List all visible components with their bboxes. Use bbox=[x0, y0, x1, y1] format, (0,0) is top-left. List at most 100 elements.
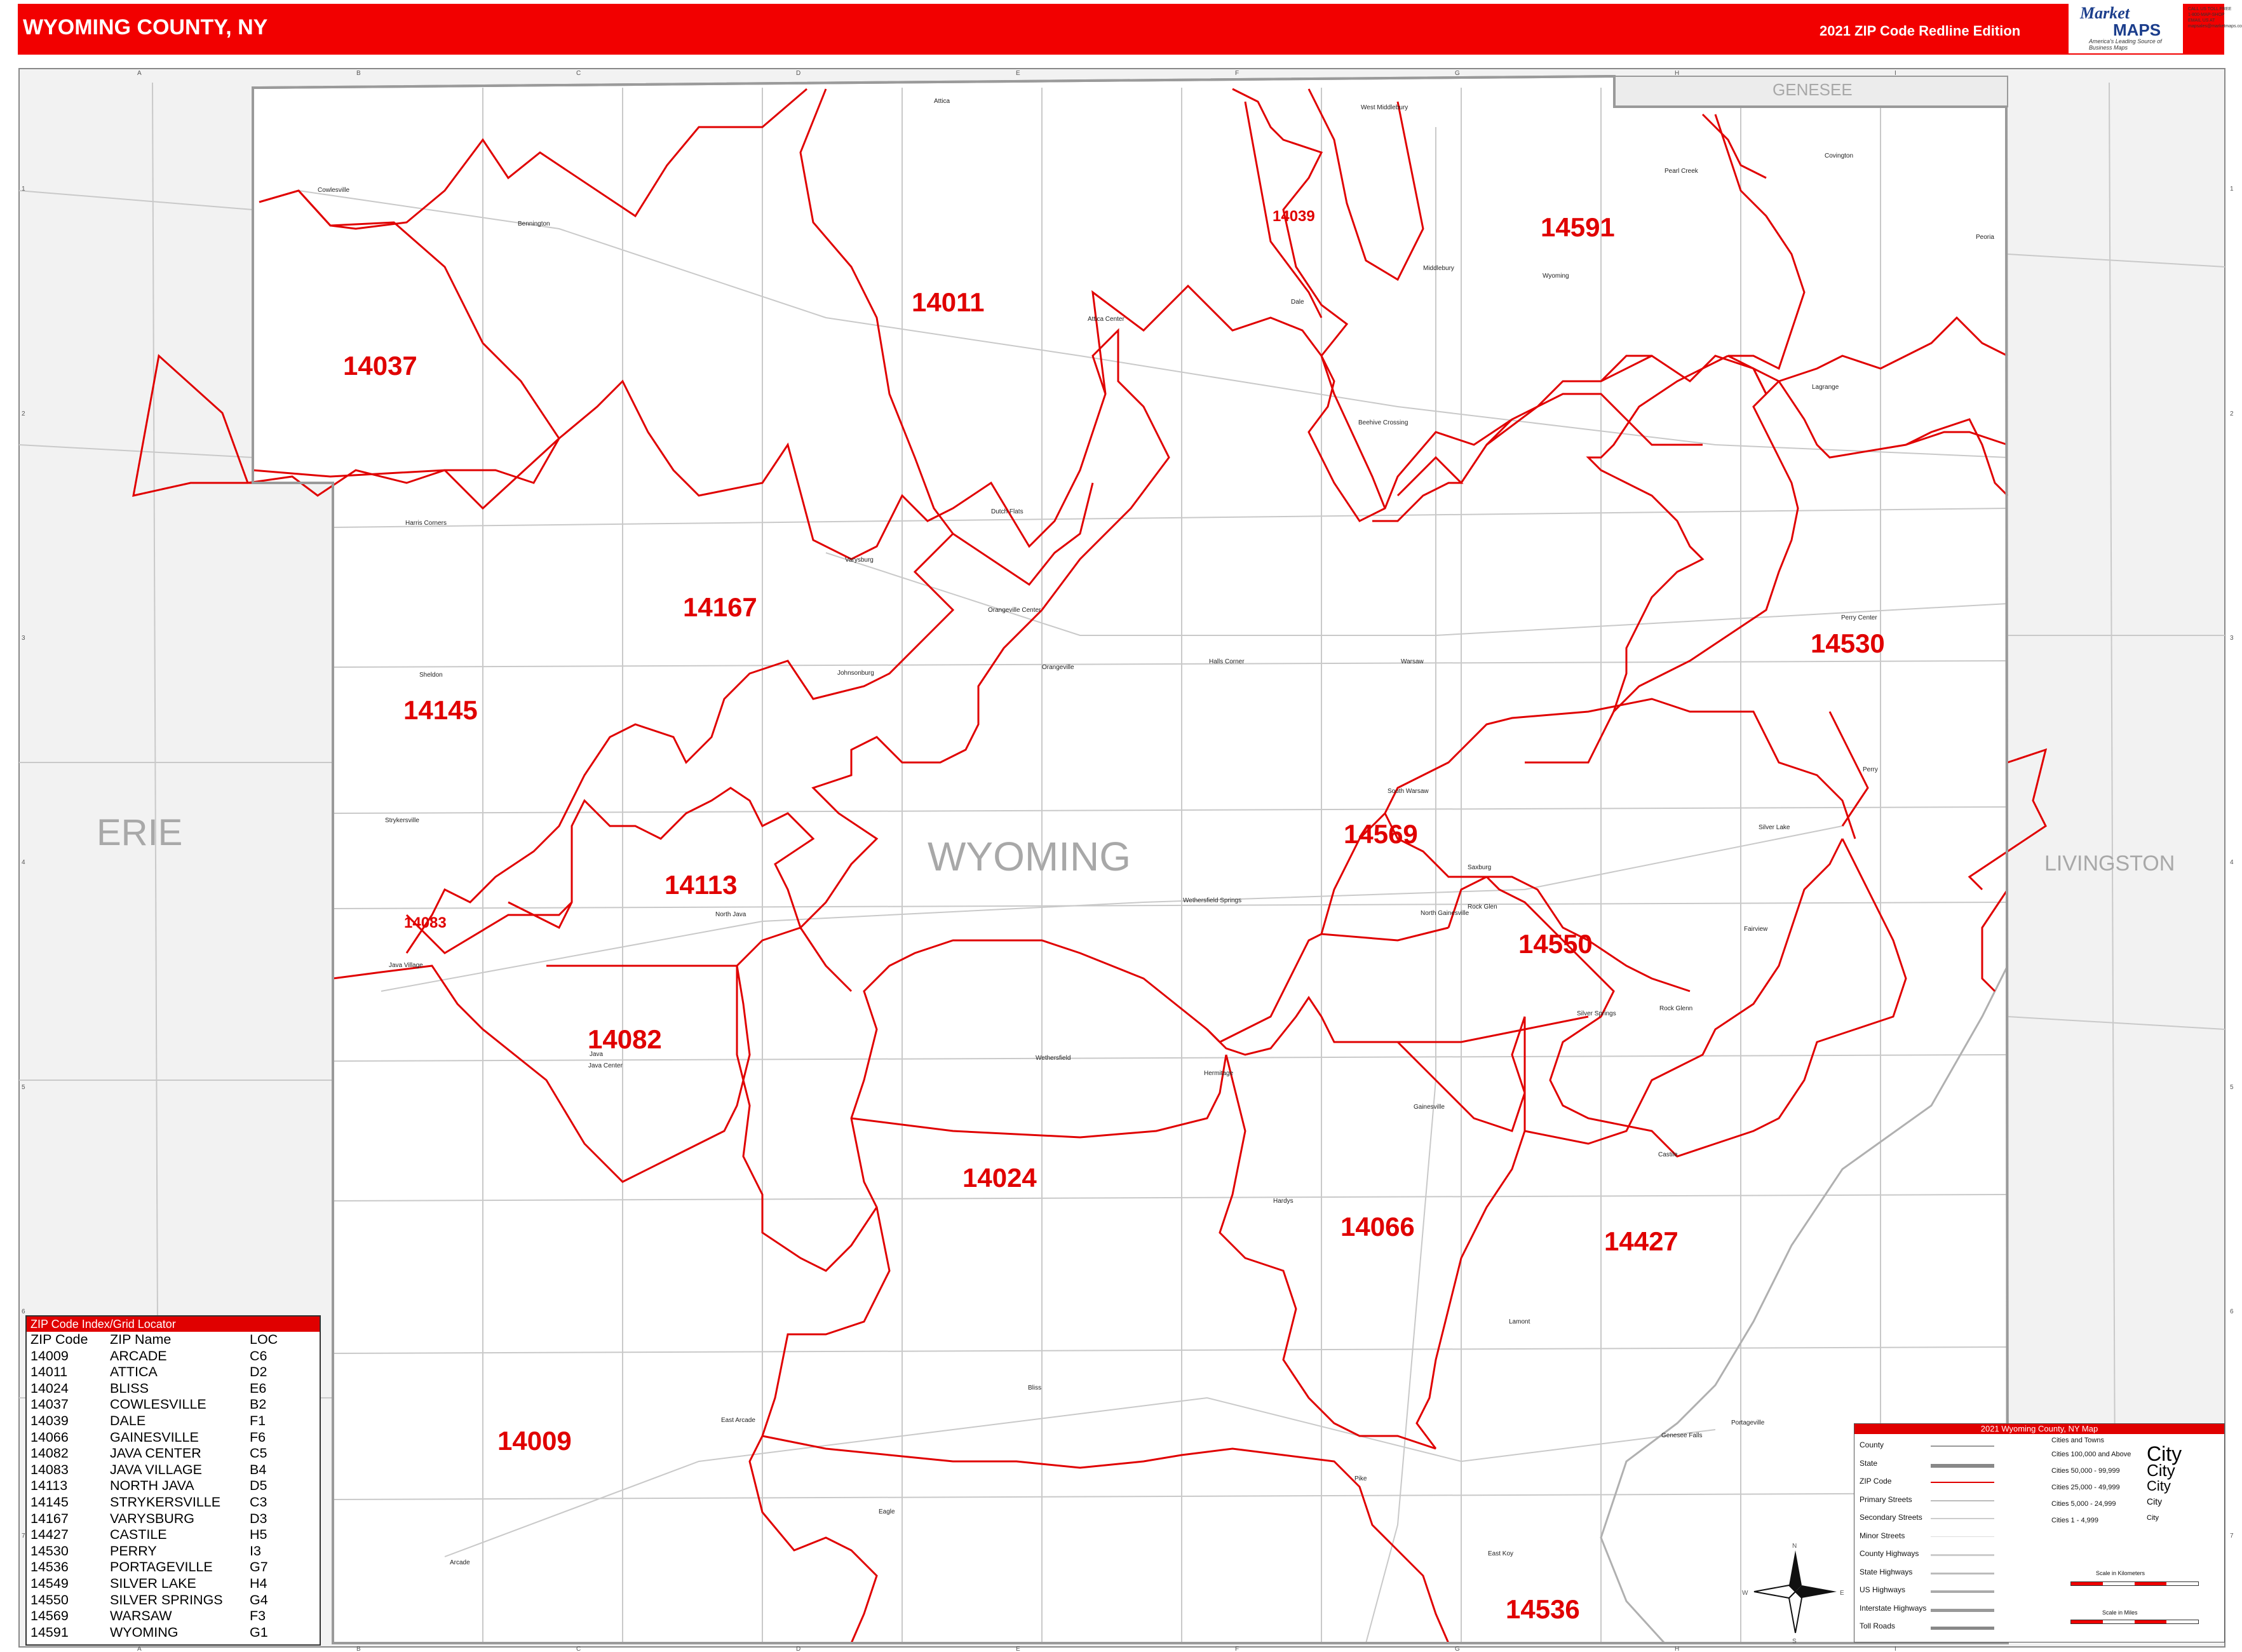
zip-name-cell: WYOMING bbox=[110, 1624, 179, 1640]
col-header-loc: LOC bbox=[250, 1332, 278, 1347]
zip-name-cell: PORTAGEVILLE bbox=[110, 1559, 213, 1575]
zip-label-14427[interactable]: 14427 bbox=[1604, 1226, 1678, 1256]
grid-row-label: 4 bbox=[2230, 859, 2234, 866]
place-label: Arcade bbox=[450, 1559, 470, 1566]
scale-mi-label: Scale in Miles bbox=[2102, 1609, 2138, 1616]
place-label: Perry bbox=[1863, 766, 1878, 773]
legend-item-label: County Highways bbox=[1860, 1549, 1919, 1558]
grid-col-label: A bbox=[137, 70, 142, 77]
place-label: Genesee Falls bbox=[1661, 1432, 1702, 1439]
county-name-label: WYOMING bbox=[928, 834, 1131, 879]
zip-label-14113[interactable]: 14113 bbox=[665, 870, 737, 900]
place-label: Fairview bbox=[1744, 926, 1768, 933]
grid-row-label: 6 bbox=[2230, 1308, 2234, 1315]
grid-col-label: F bbox=[1235, 1646, 1239, 1652]
cities-header: Cities and Towns bbox=[2051, 1437, 2104, 1444]
zip-code-cell: 14550 bbox=[30, 1592, 69, 1608]
zip-code-cell: 14530 bbox=[30, 1543, 69, 1559]
zip-label-14591[interactable]: 14591 bbox=[1541, 212, 1615, 242]
zip-label-14011[interactable]: 14011 bbox=[912, 287, 984, 317]
legend-item-label: Interstate Highways bbox=[1860, 1603, 1927, 1613]
legend-city-sample: City bbox=[2147, 1496, 2163, 1507]
zip-name-cell: PERRY bbox=[110, 1543, 157, 1559]
zip-label-14569[interactable]: 14569 bbox=[1344, 819, 1418, 849]
zip-index-row: 14427 CASTILE H5 bbox=[27, 1527, 320, 1543]
legend-city-sample: City bbox=[2147, 1460, 2175, 1480]
place-label: Lagrange bbox=[1812, 384, 1839, 391]
legend-item-label: Toll Roads bbox=[1860, 1622, 1896, 1630]
place-label: Strykersville bbox=[385, 817, 419, 824]
zip-loc-cell: H5 bbox=[250, 1527, 267, 1543]
zip-loc-cell: D2 bbox=[250, 1364, 267, 1380]
zip-label-14037[interactable]: 14037 bbox=[343, 351, 417, 381]
grid-col-label: C bbox=[576, 70, 581, 77]
place-label: Rock Glenn bbox=[1659, 1005, 1692, 1012]
grid-col-label: G bbox=[1455, 1646, 1460, 1652]
zip-label-14009[interactable]: 14009 bbox=[497, 1426, 572, 1456]
zip-index-row: 14037 COWLESVILLE B2 bbox=[27, 1397, 320, 1413]
zip-index-rows: 14009 ARCADE C6 14011 ATTICA D2 14024 BLISS E6 14… bbox=[27, 1348, 320, 1641]
place-label: Cowlesville bbox=[318, 187, 349, 194]
zip-label-14550[interactable]: 14550 bbox=[1518, 929, 1593, 959]
scale-km-bar bbox=[2070, 1581, 2199, 1586]
zip-loc-cell: D3 bbox=[250, 1510, 267, 1526]
place-label: Java bbox=[590, 1051, 604, 1058]
zip-label-14145[interactable]: 14145 bbox=[403, 695, 478, 725]
legend-item-label: State Highways bbox=[1860, 1567, 1913, 1576]
place-label: Hardys bbox=[1273, 1198, 1293, 1205]
zip-index-row: 14066 GAINESVILLE F6 bbox=[27, 1430, 320, 1446]
zip-loc-cell: C6 bbox=[250, 1348, 267, 1364]
zip-name-cell: JAVA CENTER bbox=[110, 1446, 201, 1461]
zip-label-14167[interactable]: 14167 bbox=[683, 592, 757, 622]
zip-code-cell: 14167 bbox=[30, 1510, 69, 1526]
grid-col-label: B bbox=[356, 70, 361, 77]
zip-label-14024[interactable]: 14024 bbox=[962, 1163, 1037, 1193]
zip-label-14066[interactable]: 14066 bbox=[1340, 1212, 1415, 1242]
zip-index-row: 14569 WARSAW F3 bbox=[27, 1608, 320, 1625]
zip-code-cell: 14009 bbox=[30, 1348, 69, 1364]
zip-label-14083[interactable]: 14083 bbox=[404, 914, 447, 931]
legend-item-symbol bbox=[1931, 1608, 1994, 1612]
legend-item-symbol bbox=[1931, 1463, 1994, 1468]
zip-code-cell: 14024 bbox=[30, 1380, 69, 1396]
legend-city-class: Cities 5,000 - 24,999 bbox=[2051, 1500, 2116, 1508]
zip-label-14082[interactable]: 14082 bbox=[588, 1024, 662, 1054]
zip-code-cell: 14536 bbox=[30, 1559, 69, 1575]
scale-mi-bar bbox=[2070, 1620, 2199, 1624]
place-label: Lamont bbox=[1509, 1318, 1530, 1325]
zip-index-row: 14591 WYOMING G1 bbox=[27, 1625, 320, 1641]
compass-s: S bbox=[1792, 1638, 1797, 1645]
grid-row-label: 5 bbox=[22, 1084, 25, 1091]
place-label: Middlebury bbox=[1423, 265, 1454, 272]
zip-loc-cell: G4 bbox=[250, 1592, 268, 1608]
grid-col-label: I bbox=[1894, 1646, 1896, 1652]
legend-city-class: Cities 25,000 - 49,999 bbox=[2051, 1484, 2120, 1491]
zip-name-cell: DALE bbox=[110, 1412, 146, 1428]
zip-loc-cell: G1 bbox=[250, 1624, 268, 1640]
place-label: Bliss bbox=[1028, 1385, 1041, 1391]
place-label: Bennington bbox=[518, 220, 550, 227]
zip-loc-cell: C3 bbox=[250, 1494, 267, 1510]
zip-loc-cell: I3 bbox=[250, 1543, 261, 1559]
zip-label-14536[interactable]: 14536 bbox=[1506, 1594, 1580, 1624]
zip-label-14039[interactable]: 14039 bbox=[1273, 208, 1315, 225]
col-header-zip: ZIP Code bbox=[30, 1332, 88, 1347]
neighbor-county-livingston: LIVINGSTON bbox=[2044, 851, 2175, 876]
county-map[interactable]: A B C D E F G H I A B C D E F G H I 1 2 … bbox=[0, 0, 2242, 1652]
place-label: Dutch Flats bbox=[991, 508, 1023, 515]
legend-item-symbol bbox=[1931, 1500, 1994, 1501]
place-label: Dale bbox=[1291, 299, 1304, 306]
place-label: Silver Lake bbox=[1759, 824, 1790, 831]
compass-w: W bbox=[1742, 1590, 1748, 1597]
zip-label-14530[interactable]: 14530 bbox=[1811, 628, 1885, 658]
zip-name-cell: VARYSBURG bbox=[110, 1510, 195, 1526]
legend-item-symbol bbox=[1931, 1446, 1994, 1447]
grid-row-label: 7 bbox=[2230, 1533, 2234, 1540]
zip-index-row: 14082 JAVA CENTER C5 bbox=[27, 1446, 320, 1462]
place-label: Wethersfield bbox=[1036, 1055, 1070, 1062]
zip-index-row: 14536 PORTAGEVILLE G7 bbox=[27, 1559, 320, 1576]
place-label: West Middlebury bbox=[1361, 104, 1408, 111]
grid-col-label: D bbox=[796, 70, 800, 77]
zip-name-cell: NORTH JAVA bbox=[110, 1478, 194, 1494]
legend-item-symbol bbox=[1931, 1536, 1994, 1537]
